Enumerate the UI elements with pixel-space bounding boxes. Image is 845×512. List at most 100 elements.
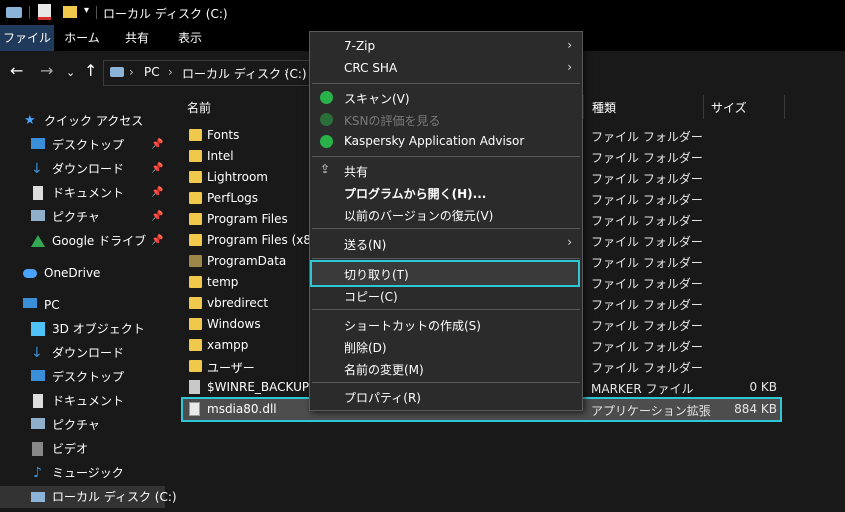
menu-separator: [312, 382, 580, 383]
nav-pc[interactable]: PC: [0, 294, 165, 316]
new-folder-icon[interactable]: [63, 6, 77, 18]
breadcrumb-chevron-icon[interactable]: ›: [168, 65, 173, 79]
kaspersky-icon: [320, 135, 333, 148]
pin-icon[interactable]: 📌: [151, 158, 163, 180]
folder-icon: [189, 192, 202, 204]
breadcrumb-chevron-icon[interactable]: ›: [129, 65, 134, 79]
nav-documents[interactable]: ドキュメント 📌: [0, 182, 165, 204]
picture-icon: [31, 210, 45, 221]
video-icon: [32, 442, 43, 456]
menu-item-send-to[interactable]: 送る(N) ›: [310, 232, 582, 255]
column-header-name[interactable]: 名前: [187, 99, 211, 116]
folder-icon: [189, 129, 202, 141]
star-icon: ★: [24, 113, 36, 128]
folder-icon: [189, 339, 202, 351]
folder-icon: [189, 171, 202, 183]
music-icon: ♪: [33, 465, 42, 481]
tab-file[interactable]: ファイル: [0, 25, 54, 51]
quick-access-dropdown-icon[interactable]: ▾: [84, 5, 89, 16]
menu-item-delete[interactable]: 削除(D): [310, 335, 582, 358]
menu-separator: [312, 309, 580, 310]
nav-google-drive[interactable]: Google ドライブ 📌: [0, 230, 165, 252]
menu-separator: [312, 83, 580, 84]
menu-item-kaspersky-advisor[interactable]: Kaspersky Application Advisor: [310, 130, 582, 153]
menu-item-create-shortcut[interactable]: ショートカットの作成(S): [310, 313, 582, 336]
nav-quick-access[interactable]: ★ クイック アクセス: [0, 110, 165, 132]
document-icon: [33, 186, 43, 200]
tab-share[interactable]: 共有: [112, 25, 162, 51]
menu-item-scan[interactable]: スキャン(V): [310, 86, 582, 109]
folder-icon: [189, 297, 202, 309]
tab-view[interactable]: 表示: [166, 25, 214, 51]
pin-icon[interactable]: 📌: [151, 206, 163, 228]
google-drive-icon: [31, 235, 45, 247]
window-title: ローカル ディスク (C:): [103, 7, 228, 21]
folder-icon: [189, 234, 202, 246]
folder-icon: [189, 213, 202, 225]
folder-icon: [189, 276, 202, 288]
menu-separator: [312, 258, 580, 259]
title-bar: ▾ ローカル ディスク (C:): [0, 0, 845, 25]
picture-icon: [31, 418, 45, 429]
nav-3d-objects[interactable]: 3D オブジェクト: [0, 318, 165, 340]
nav-onedrive[interactable]: OneDrive: [0, 262, 165, 284]
pc-icon: [23, 298, 37, 308]
nav-local-disk[interactable]: ローカル ディスク (C:): [0, 486, 177, 508]
pin-icon[interactable]: 📌: [151, 134, 163, 156]
nav-downloads-pc[interactable]: ↓ ダウンロード: [0, 342, 165, 364]
nav-documents-pc[interactable]: ドキュメント: [0, 390, 165, 412]
menu-item-7zip[interactable]: 7-Zip ›: [310, 35, 582, 58]
download-icon: ↓: [31, 345, 43, 361]
column-divider[interactable]: [784, 95, 785, 119]
menu-item-properties[interactable]: プロパティ(R): [310, 385, 582, 408]
share-icon: ⇪: [320, 162, 331, 176]
menu-item-open-with[interactable]: プログラムから開く(H)...: [310, 181, 582, 204]
dll-file-icon: [189, 402, 200, 416]
separator-icon: [29, 6, 30, 19]
chevron-right-icon: ›: [567, 60, 572, 74]
breadcrumb-chevron-icon[interactable]: ›: [284, 65, 289, 79]
properties-icon[interactable]: [38, 4, 51, 20]
menu-item-crc-sha[interactable]: CRC SHA ›: [310, 57, 582, 80]
column-divider[interactable]: [703, 95, 704, 119]
nav-desktop[interactable]: デスクトップ 📌: [0, 134, 165, 156]
menu-separator: [312, 156, 580, 157]
menu-item-ksn-rating: KSNの評価を見る: [310, 108, 582, 131]
cloud-icon: [23, 269, 37, 278]
column-header-size[interactable]: サイズ: [711, 99, 747, 116]
kaspersky-icon: [320, 91, 333, 104]
nav-desktop-pc[interactable]: デスクトップ: [0, 366, 165, 388]
menu-item-rename[interactable]: 名前の変更(M): [310, 357, 582, 380]
forward-arrow-icon[interactable]: →: [40, 63, 53, 79]
column-divider[interactable]: [583, 95, 584, 119]
back-arrow-icon[interactable]: ←: [10, 63, 23, 79]
nav-pictures[interactable]: ピクチャ 📌: [0, 206, 165, 228]
breadcrumb-pc[interactable]: PC: [144, 65, 160, 79]
folder-icon: [189, 255, 202, 267]
cube-icon: [31, 322, 45, 336]
drive-icon: [110, 67, 124, 77]
nav-pictures-pc[interactable]: ピクチャ: [0, 414, 165, 436]
pin-icon[interactable]: 📌: [151, 230, 163, 252]
nav-downloads[interactable]: ↓ ダウンロード 📌: [0, 158, 165, 180]
nav-music[interactable]: ♪ ミュージック: [0, 462, 165, 484]
up-arrow-icon[interactable]: ↑: [84, 63, 97, 79]
kaspersky-icon: [320, 113, 333, 126]
context-menu: 7-Zip › CRC SHA › スキャン(V) KSNの評価を見る Kasp…: [309, 31, 583, 411]
chevron-right-icon: ›: [567, 235, 572, 249]
drive-icon: [6, 7, 22, 18]
recent-dropdown-icon[interactable]: ⌄: [66, 65, 75, 81]
pin-icon[interactable]: 📌: [151, 182, 163, 204]
desktop-icon: [31, 138, 45, 149]
file-icon: [189, 380, 200, 394]
document-icon: [33, 394, 43, 408]
menu-item-restore-previous[interactable]: 以前のバージョンの復元(V): [310, 203, 582, 226]
separator-icon: [96, 6, 97, 19]
menu-item-copy[interactable]: コピー(C): [310, 284, 582, 307]
nav-videos[interactable]: ビデオ: [0, 438, 165, 460]
folder-icon: [189, 360, 202, 372]
tab-home[interactable]: ホーム: [56, 25, 108, 51]
menu-item-cut[interactable]: 切り取り(T): [310, 260, 580, 287]
menu-item-share[interactable]: ⇪ 共有: [310, 159, 582, 182]
column-header-type[interactable]: 種類: [592, 99, 616, 116]
